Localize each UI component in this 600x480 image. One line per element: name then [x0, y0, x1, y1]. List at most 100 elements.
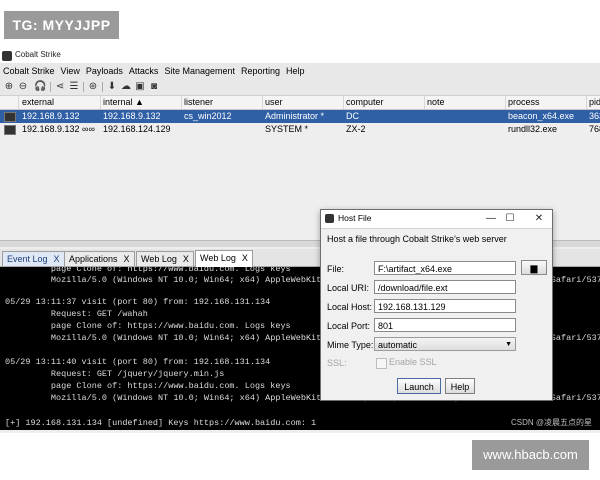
tg-watermark: TG: MYYJJPP: [4, 11, 119, 39]
toolbar-separator: [50, 82, 51, 92]
table-header: external internal ▲ listener user comput…: [0, 96, 600, 110]
globe-icon[interactable]: ⊛: [87, 81, 99, 93]
title-bar: Cobalt Strike: [0, 49, 600, 63]
console-line: page Clone of: https://www.baidu.com. Lo…: [5, 321, 291, 331]
computer-icon: [4, 112, 16, 122]
mime-type-value: automatic: [378, 340, 418, 350]
tab-close-button[interactable]: X: [242, 253, 248, 263]
col-internal[interactable]: internal ▲: [100, 96, 182, 109]
tab-label: Web Log: [200, 253, 236, 263]
table-row[interactable]: 192.168.9.132 ∞∞ 192.168.124.129 SYSTEM …: [0, 123, 600, 136]
window-title: Cobalt Strike: [15, 50, 61, 59]
cloud-upload-icon[interactable]: ☁: [120, 81, 132, 93]
enable-ssl-checkbox[interactable]: [376, 358, 387, 369]
cell-external: 192.168.9.132 ∞∞: [22, 124, 95, 134]
col-computer[interactable]: computer: [343, 96, 425, 109]
cell-user: SYSTEM *: [265, 124, 309, 134]
table-row[interactable]: 192.168.9.132 192.168.9.132 cs_win2012 A…: [0, 110, 600, 123]
cell-internal: 192.168.9.132: [103, 111, 161, 121]
plus-circle-icon[interactable]: ⊕: [3, 81, 15, 93]
launch-button[interactable]: Launch: [397, 378, 441, 394]
folder-icon[interactable]: ▆: [521, 260, 547, 275]
cell-process: rundll32.exe: [508, 124, 558, 134]
col-listener[interactable]: listener: [181, 96, 263, 109]
image-icon[interactable]: ▣: [134, 81, 146, 93]
mime-type-label: Mime Type:: [327, 340, 374, 350]
menu-cobalt-strike[interactable]: Cobalt Strike: [0, 63, 58, 79]
tab-close-button[interactable]: X: [54, 254, 60, 264]
tab-web-log[interactable]: Web Log X: [136, 251, 194, 266]
console-line: [+] 192.168.131.134 [undefined] Keys htt…: [5, 418, 317, 428]
tab-close-button[interactable]: X: [183, 254, 189, 264]
console-line: page Clone of: https://www.baidu.com. Lo…: [5, 381, 291, 391]
file-label: File:: [327, 264, 345, 274]
console-line: Request: GET /wahah: [5, 309, 148, 319]
col-external[interactable]: external: [19, 96, 101, 109]
minimize-icon[interactable]: —: [484, 212, 498, 226]
file-field[interactable]: F:\artifact_x64.exe: [374, 261, 516, 275]
local-port-field[interactable]: 801: [374, 318, 516, 332]
maximize-icon[interactable]: ☐: [503, 212, 517, 226]
local-port-label: Local Port:: [327, 321, 371, 331]
menu-attacks[interactable]: Attacks: [126, 63, 162, 79]
minus-circle-icon[interactable]: ⊖: [17, 81, 29, 93]
col-process[interactable]: process: [505, 96, 587, 109]
share-icon[interactable]: ⋖: [54, 81, 66, 93]
dialog-title-bar: Host File — ☐ ✕: [321, 210, 552, 229]
cell-listener: cs_win2012: [184, 111, 232, 121]
local-uri-label: Local URI:: [327, 283, 370, 293]
tab-web-log-active[interactable]: Web Log X: [195, 250, 253, 267]
enable-ssl-label: Enable SSL: [389, 357, 437, 367]
tab-label: Web Log: [141, 254, 177, 264]
tab-close-button[interactable]: X: [124, 254, 130, 264]
cell-process: beacon_x64.exe: [508, 111, 575, 121]
console-line: 05/29 13:11:37 visit (port 80) from: 192…: [5, 297, 271, 307]
cell-note: [424, 110, 505, 123]
toolbar-separator: [83, 82, 84, 92]
toolbar-separator: [102, 82, 103, 92]
cell-computer: DC: [346, 111, 359, 121]
list-icon[interactable]: ☰: [68, 81, 80, 93]
cell-internal: 192.168.124.129: [103, 124, 171, 134]
cell-external: 192.168.9.132: [22, 111, 80, 121]
camera-icon[interactable]: ◙: [148, 81, 160, 93]
local-uri-field[interactable]: /download/file.ext: [374, 280, 516, 294]
menu-view[interactable]: View: [58, 63, 83, 79]
tab-applications[interactable]: Applications X: [64, 251, 135, 266]
beacon-table: external internal ▲ listener user comput…: [0, 96, 600, 136]
chevron-down-icon: ▼: [505, 341, 512, 348]
cell-user: Administrator *: [265, 111, 325, 121]
cell-listener: [181, 123, 262, 136]
col-note[interactable]: note: [424, 96, 506, 109]
tab-event-log[interactable]: Event Log X: [2, 251, 65, 266]
dialog-description: Host a file through Cobalt Strike's web …: [327, 234, 507, 244]
computer-icon: [4, 125, 16, 135]
cell-pid: 363: [589, 111, 600, 121]
console-line: 05/29 13:11:40 visit (port 80) from: 192…: [5, 357, 271, 367]
headphones-icon[interactable]: 🎧: [34, 81, 46, 93]
menu-site-management[interactable]: Site Management: [161, 63, 238, 79]
col-user[interactable]: user: [262, 96, 344, 109]
tab-label: Event Log: [7, 254, 48, 264]
local-host-label: Local Host:: [327, 302, 373, 312]
dialog-title: Host File: [338, 213, 372, 223]
col-pid[interactable]: pid: [586, 96, 600, 109]
site-watermark: www.hbacb.com: [472, 440, 589, 470]
tab-label: Applications: [69, 254, 118, 264]
local-host-field[interactable]: 192.168.131.129: [374, 299, 516, 313]
app-logo-icon: [325, 214, 334, 223]
cell-note: [424, 123, 505, 136]
close-icon[interactable]: ✕: [532, 212, 546, 226]
col-icon: [0, 96, 19, 109]
csdn-watermark: CSDN @凌晨五点的星: [510, 418, 592, 427]
menu-reporting[interactable]: Reporting: [238, 63, 283, 79]
app-logo-icon: [2, 51, 12, 61]
download-icon[interactable]: ⬇: [106, 81, 118, 93]
menu-payloads[interactable]: Payloads: [83, 63, 126, 79]
cell-computer: ZX-2: [346, 124, 366, 134]
ssl-label: SSL:: [327, 358, 347, 368]
help-button[interactable]: Help: [445, 378, 475, 394]
mime-type-select[interactable]: automatic ▼: [374, 337, 516, 351]
menu-help[interactable]: Help: [283, 63, 308, 79]
console-line: Request: GET /jquery/jquery.min.js: [5, 369, 225, 379]
